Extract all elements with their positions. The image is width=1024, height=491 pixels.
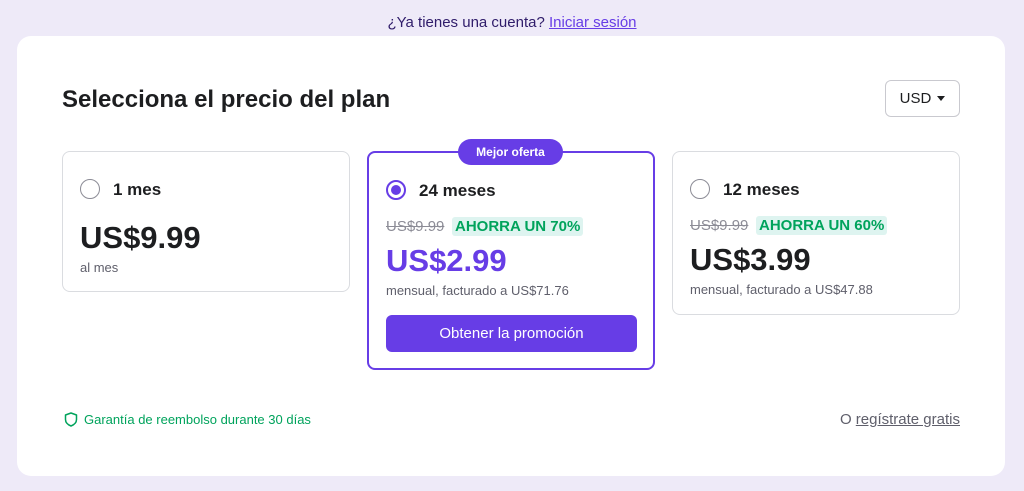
plan-name: 24 meses [419, 181, 496, 200]
currency-select[interactable]: USD [885, 80, 960, 117]
caret-down-icon [937, 96, 946, 101]
login-question: ¿Ya tienes una cuenta? [387, 14, 545, 31]
register-free: O regístrate gratis [840, 411, 960, 428]
plan-savings-badge: AHORRA UN 60% [756, 216, 888, 235]
plan-12-months[interactable]: 12 meses US$9.99 AHORRA UN 60% US$3.99 m… [672, 151, 960, 315]
plan-name: 1 mes [113, 180, 162, 199]
guarantee-text: Garantía de reembolso durante 30 días [84, 412, 311, 427]
best-offer-badge: Mejor oferta [458, 139, 563, 165]
register-prefix: O [839, 411, 852, 428]
plan-savings-badge: AHORRA UN 70% [452, 217, 584, 236]
shield-icon [64, 412, 78, 427]
plan-name: 12 meses [723, 180, 800, 199]
plan-billing: mensual, facturado a US$47.88 [690, 282, 873, 297]
plan-radio[interactable] [690, 179, 710, 199]
plan-radio[interactable] [386, 180, 406, 200]
plan-radio[interactable] [80, 179, 100, 199]
plan-price: US$2.99 [386, 243, 507, 278]
plan-price: US$9.99 [80, 220, 201, 255]
money-back-guarantee: Garantía de reembolso durante 30 días [64, 412, 311, 427]
page-title: Selecciona el precio del plan [62, 86, 391, 113]
plan-old-price: US$9.99 [386, 218, 445, 235]
plan-billing: mensual, facturado a US$71.76 [386, 283, 569, 298]
login-prompt: ¿Ya tienes una cuenta? Iniciar sesión [0, 14, 1024, 31]
plan-24-months[interactable]: 24 meses US$9.99 AHORRA UN 70% US$2.99 m… [367, 151, 655, 370]
login-link[interactable]: Iniciar sesión [549, 14, 637, 31]
currency-value: USD [899, 90, 932, 107]
plan-old-price: US$9.99 [690, 217, 749, 234]
pricing-card: Selecciona el precio del plan USD 1 mes … [17, 36, 1005, 476]
plan-1-month[interactable]: 1 mes US$9.99 al mes [62, 151, 350, 292]
plan-price: US$3.99 [690, 242, 811, 277]
plan-billing: al mes [80, 260, 119, 275]
register-link[interactable]: regístrate gratis [856, 411, 960, 428]
get-promotion-button[interactable]: Obtener la promoción [386, 315, 637, 352]
